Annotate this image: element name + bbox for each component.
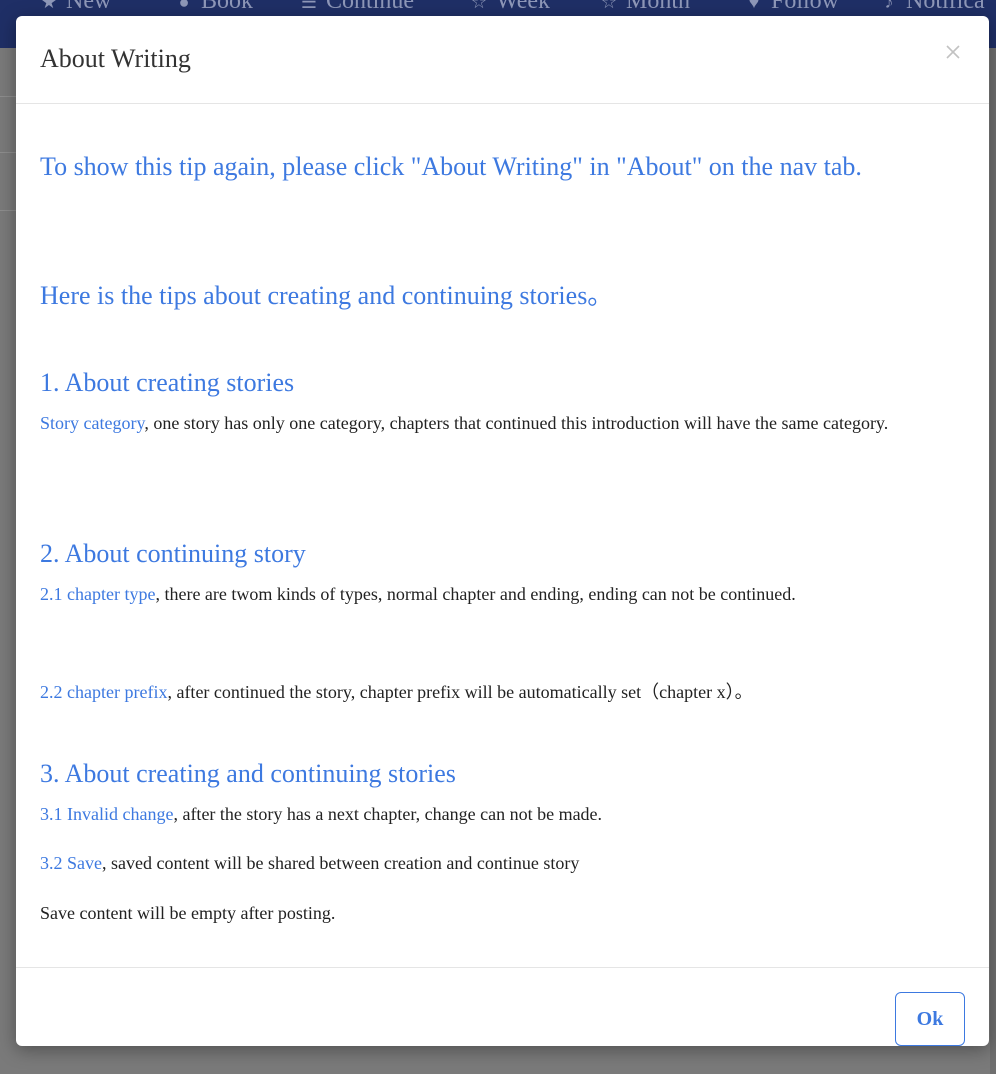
star-outline-icon: ☆ — [470, 0, 488, 12]
section-heading-continuing: 2. About continuing story — [40, 539, 306, 568]
list-icon: ☰ — [300, 0, 318, 12]
intro-text: Here is the tips about creating and cont… — [40, 281, 614, 310]
bell-icon: ♪ — [884, 0, 894, 12]
modal-title: About Writing — [40, 44, 191, 73]
close-icon — [946, 45, 960, 59]
section-heading-creating-continuing: 3. About creating and continuing stories — [40, 759, 456, 788]
paragraph-text: , after continued the story, chapter pre… — [167, 682, 753, 702]
section-paragraph: 2.1 chapter type, there are twom kinds o… — [40, 578, 960, 610]
term-invalid-change: 3.1 Invalid change — [40, 804, 174, 824]
nav-item-book[interactable]: ● Book — [175, 0, 253, 15]
ok-button[interactable]: Ok — [895, 992, 965, 1046]
section-paragraph: Save content will be empty after posting… — [40, 903, 336, 923]
background-scrollbar — [990, 48, 996, 1074]
star-outline-icon: ☆ — [600, 0, 618, 12]
section-paragraph: 3.1 Invalid change, after the story has … — [40, 798, 960, 830]
paragraph-text: , saved content will be shared between c… — [102, 853, 580, 873]
nav-item-month[interactable]: ☆ Month — [600, 0, 690, 15]
section-paragraph: 3.2 Save, saved content will be shared b… — [40, 847, 960, 879]
paragraph-text: , there are twom kinds of types, normal … — [155, 584, 796, 604]
term-story-category: Story category — [40, 413, 145, 433]
modal-footer: Ok — [16, 967, 989, 1046]
nav-item-new[interactable]: ★ New — [40, 0, 111, 15]
term-chapter-prefix: 2.2 chapter prefix — [40, 682, 168, 702]
section-paragraph: 2.2 chapter prefix, after continued the … — [40, 676, 960, 708]
term-chapter-type: 2.1 chapter type — [40, 584, 156, 604]
heart-icon: ♥ — [748, 0, 760, 12]
nav-item-follow[interactable]: ♥ Follow — [745, 0, 839, 15]
tip-text: To show this tip again, please click "Ab… — [40, 152, 862, 181]
paragraph-text: , after the story has a next chapter, ch… — [173, 804, 603, 824]
nav-item-week[interactable]: ☆ Week — [470, 0, 550, 15]
section-paragraph: Story category, one story has only one c… — [40, 407, 960, 439]
term-save: 3.2 Save — [40, 853, 102, 873]
modal-header: About Writing — [16, 16, 989, 104]
star-icon: ★ — [40, 0, 58, 12]
paragraph-text: , one story has only one category, chapt… — [144, 413, 889, 433]
nav-item-notifications[interactable]: ♪ Notifica — [880, 0, 985, 15]
close-button[interactable] — [939, 38, 967, 66]
nav-item-continue[interactable]: ☰ Continue — [300, 0, 414, 15]
user-icon: ● — [178, 0, 190, 12]
section-heading-creating: 1. About creating stories — [40, 368, 295, 397]
about-writing-modal: About Writing To show this tip again, pl… — [16, 16, 989, 1046]
